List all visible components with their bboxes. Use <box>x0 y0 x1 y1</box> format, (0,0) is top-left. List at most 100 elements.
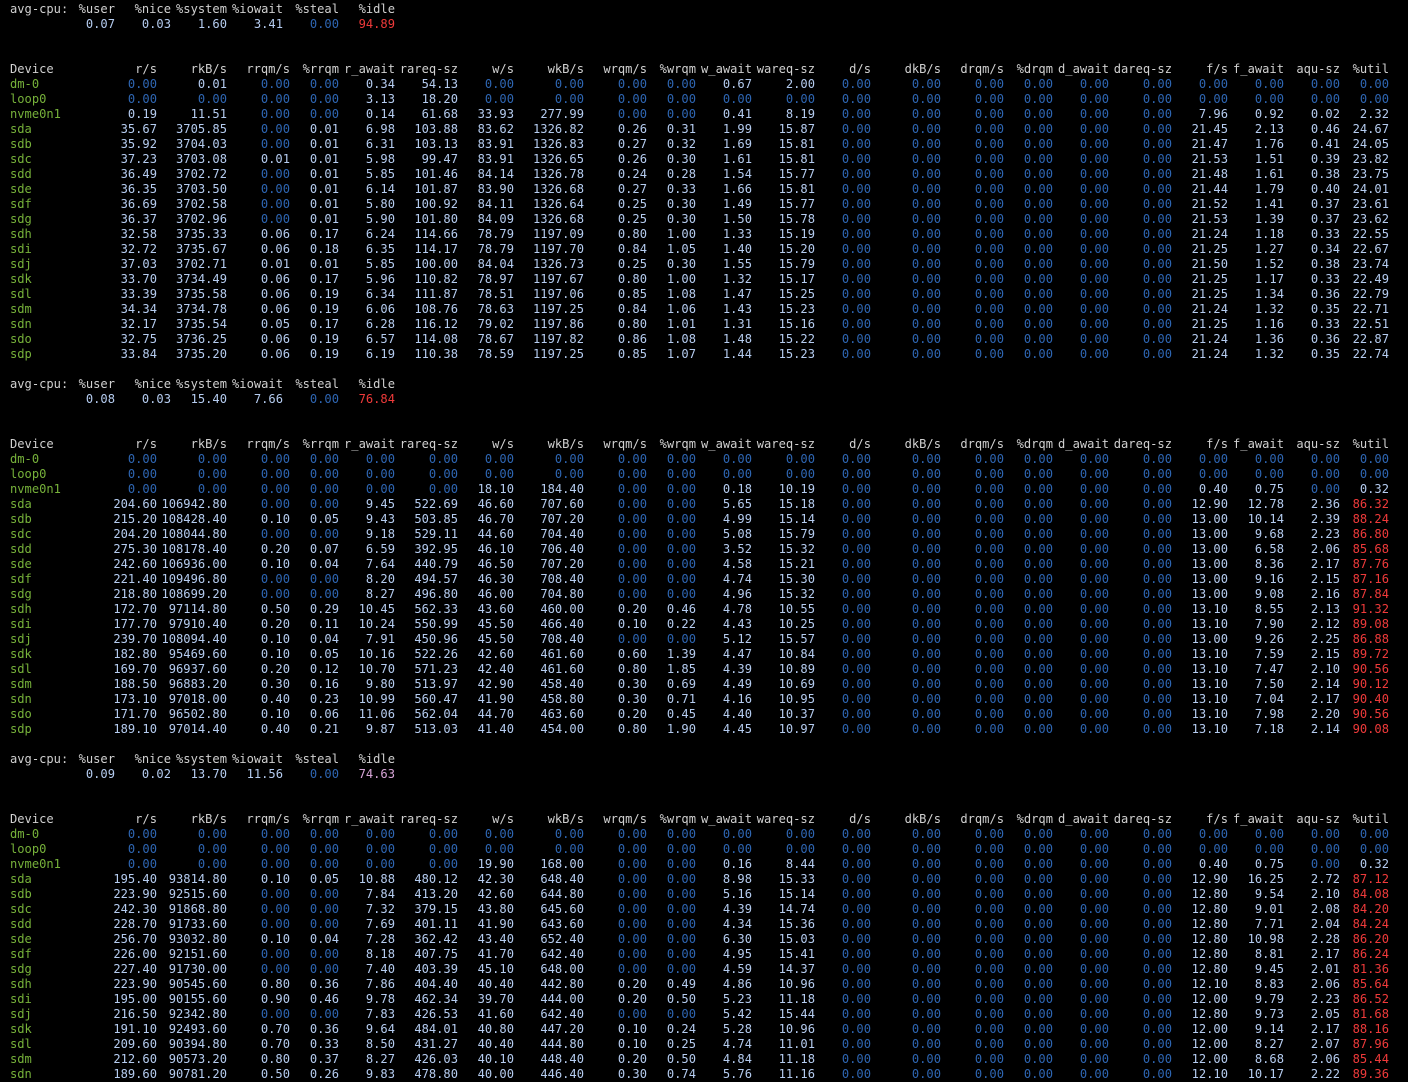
metric-value: 0.37 <box>1310 212 1340 226</box>
cpu-value: 1.60 <box>197 17 227 31</box>
metric-value: 88.16 <box>1352 1022 1389 1036</box>
cpu-column-header: %system <box>176 377 227 391</box>
metric-value: 0.00 <box>1023 182 1053 196</box>
metric-value: 16.25 <box>1247 872 1284 886</box>
metric-value: 0.00 <box>974 1037 1004 1051</box>
metric-value: 0.00 <box>974 827 1004 841</box>
metric-value: 0.00 <box>841 1037 871 1051</box>
metric-value: 1.39 <box>1254 212 1284 226</box>
column-header: %util <box>1352 812 1389 826</box>
metric-value: 0.00 <box>666 857 696 871</box>
metric-value: 0.00 <box>911 92 941 106</box>
metric-value: 24.67 <box>1352 122 1389 136</box>
metric-value: 0.45 <box>666 707 696 721</box>
metric-value: 0.00 <box>911 287 941 301</box>
metric-value: 1.85 <box>666 662 696 676</box>
metric-value: 3.52 <box>722 542 752 556</box>
metric-value: 0.26 <box>617 152 647 166</box>
metric-value: 2.39 <box>1310 512 1340 526</box>
metric-value: 0.00 <box>1142 152 1172 166</box>
metric-value: 0.84 <box>617 242 647 256</box>
metric-value: 23.61 <box>1352 197 1389 211</box>
metric-value: 0.00 <box>911 977 941 991</box>
metric-value: 1326.78 <box>533 167 584 181</box>
metric-value: 0.00 <box>1079 182 1109 196</box>
metric-value: 0.00 <box>1023 1052 1053 1066</box>
metric-value: 0.00 <box>1023 977 1053 991</box>
metric-value: 0.00 <box>841 302 871 316</box>
metric-value: 0.00 <box>1023 332 1053 346</box>
metric-value: 9.43 <box>365 512 395 526</box>
metric-value: 0.00 <box>554 467 584 481</box>
metric-value: 0.00 <box>1254 452 1284 466</box>
metric-value: 0.00 <box>841 497 871 511</box>
metric-value: 7.71 <box>1254 917 1284 931</box>
metric-value: 275.30 <box>113 542 157 556</box>
metric-value: 0.00 <box>911 332 941 346</box>
metric-value: 0.00 <box>1023 557 1053 571</box>
metric-value: 0.00 <box>911 587 941 601</box>
metric-value: 42.60 <box>477 887 514 901</box>
column-header: rrqm/s <box>246 437 290 451</box>
metric-value: 0.00 <box>260 947 290 961</box>
device-row: sdl 209.60 90394.80 0.70 0.33 8.50 431.27 40.40… <box>0 1037 1408 1052</box>
metric-value: 15.44 <box>778 1007 815 1021</box>
device-row: sdb 223.90 92515.60 0.00 0.00 7.84 413.20 42.60… <box>0 887 1408 902</box>
metric-value: 645.60 <box>540 902 584 916</box>
metric-value: 0.00 <box>841 527 871 541</box>
metric-value: 0.00 <box>1023 242 1053 256</box>
metric-value: 0.00 <box>1023 722 1053 736</box>
metric-value: 708.40 <box>540 632 584 646</box>
metric-value: 0.00 <box>841 842 871 856</box>
metric-value: 12.00 <box>1191 992 1228 1006</box>
metric-value: 0.00 <box>1142 212 1172 226</box>
metric-value: 0.30 <box>666 212 696 226</box>
device-row: dm-0 0.00 0.00 0.00 0.00 0.00 0.00 0.00 0.00 0.00… <box>0 827 1408 842</box>
metric-value: 0.00 <box>911 887 941 901</box>
metric-value: 0.00 <box>974 857 1004 871</box>
metric-value: 0.00 <box>1142 887 1172 901</box>
metric-value: 0.00 <box>1023 107 1053 121</box>
metric-value: 23.75 <box>1352 167 1389 181</box>
metric-value: 91733.60 <box>168 917 227 931</box>
metric-value: 8.81 <box>1254 947 1284 961</box>
metric-value: 0.00 <box>1142 557 1172 571</box>
metric-value: 0.00 <box>1310 467 1340 481</box>
metric-value: 1326.68 <box>533 182 584 196</box>
metric-value: 0.00 <box>309 887 339 901</box>
metric-value: 0.00 <box>911 992 941 1006</box>
metric-value: 2.36 <box>1310 497 1340 511</box>
metric-value: 0.00 <box>1359 92 1389 106</box>
metric-value: 8.50 <box>365 1037 395 1051</box>
metric-value: 0.00 <box>617 527 647 541</box>
metric-value: 1.66 <box>722 182 752 196</box>
metric-value: 0.00 <box>974 512 1004 526</box>
metric-value: 37.23 <box>120 152 157 166</box>
metric-value: 11.01 <box>778 1037 815 1051</box>
metric-value: 42.60 <box>477 647 514 661</box>
metric-value: 0.20 <box>617 707 647 721</box>
metric-value: 1.32 <box>722 272 752 286</box>
metric-value: 0.00 <box>197 467 227 481</box>
metric-value: 1.07 <box>666 347 696 361</box>
metric-value: 0.00 <box>617 587 647 601</box>
metric-value: 0.00 <box>1079 302 1109 316</box>
metric-value: 41.90 <box>477 692 514 706</box>
metric-value: 0.00 <box>428 482 458 496</box>
metric-value: 0.00 <box>974 587 1004 601</box>
column-header: d_await <box>1058 62 1109 76</box>
cpu-column-header: %user <box>78 752 115 766</box>
metric-value: 0.30 <box>666 197 696 211</box>
metric-value: 0.00 <box>309 452 339 466</box>
metric-value: 0.04 <box>309 632 339 646</box>
metric-value: 0.00 <box>1254 827 1284 841</box>
metric-value: 0.24 <box>617 167 647 181</box>
metric-value: 7.91 <box>365 632 395 646</box>
metric-value: 0.46 <box>309 992 339 1006</box>
metric-value: 0.16 <box>309 677 339 691</box>
metric-value: 21.25 <box>1191 272 1228 286</box>
metric-value: 13.10 <box>1191 647 1228 661</box>
device-row: sdc 37.23 3703.08 0.01 0.01 5.98 99.47 83.91 132… <box>0 152 1408 167</box>
metric-value: 86.24 <box>1352 947 1389 961</box>
metric-value: 0.06 <box>260 302 290 316</box>
